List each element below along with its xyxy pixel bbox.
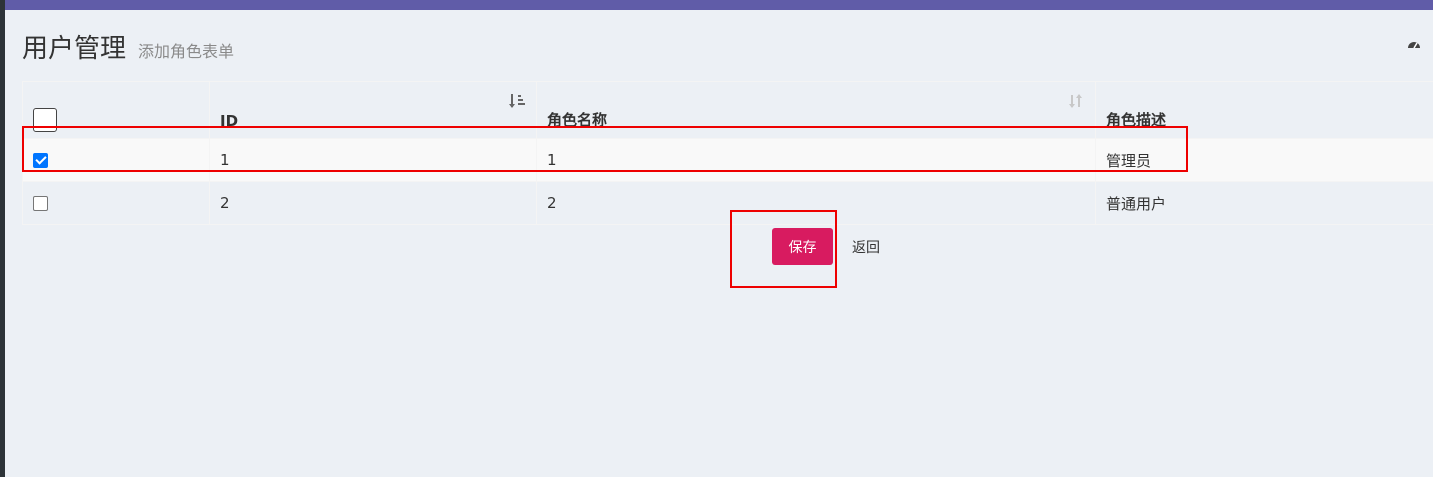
row-checkbox[interactable] [33, 152, 48, 168]
page-subtitle: 添加角色表单 [138, 42, 235, 61]
column-header-label: 角色名称 [547, 111, 608, 129]
sort-both-icon[interactable] [1067, 92, 1085, 110]
row-checkbox[interactable] [33, 195, 48, 211]
back-link[interactable]: 返回 [852, 237, 880, 257]
cell-id: 1 [209, 138, 537, 182]
header-select-all-cell [22, 81, 210, 139]
cell-role-name: 2 [536, 181, 1096, 225]
cell-id: 2 [209, 181, 537, 225]
column-header-role-name[interactable]: 角色名称 [536, 81, 1096, 139]
select-all-checkbox[interactable] [33, 108, 57, 132]
column-header-label: 角色描述 [1106, 111, 1167, 129]
save-button[interactable]: 保存 [772, 228, 833, 265]
sidebar-edge [0, 0, 5, 477]
table-header-row: ID 角色名称 角色描述 [22, 81, 1433, 139]
page-title: 用户管理 [22, 34, 127, 64]
content-header: 用户管理 添加角色表单 [22, 28, 235, 64]
row-select-cell [22, 138, 210, 182]
row-select-cell [22, 181, 210, 225]
column-header-id[interactable]: ID [209, 81, 537, 139]
roles-table: ID 角色名称 角色描述 1 1 管理员 2 2 普通用户 [22, 81, 1433, 225]
breadcrumb[interactable] [1407, 38, 1421, 50]
table-row[interactable]: 2 2 普通用户 [22, 181, 1433, 225]
cell-role-desc: 普通用户 [1095, 181, 1433, 225]
column-header-role-desc: 角色描述 [1095, 81, 1433, 139]
top-navbar [0, 0, 1433, 10]
column-header-label: ID [220, 112, 239, 130]
dashboard-icon [1407, 38, 1421, 50]
sort-desc-icon[interactable] [508, 92, 526, 110]
cell-role-name: 1 [536, 138, 1096, 182]
table-row[interactable]: 1 1 管理员 [22, 138, 1433, 182]
cell-role-desc: 管理员 [1095, 138, 1433, 182]
